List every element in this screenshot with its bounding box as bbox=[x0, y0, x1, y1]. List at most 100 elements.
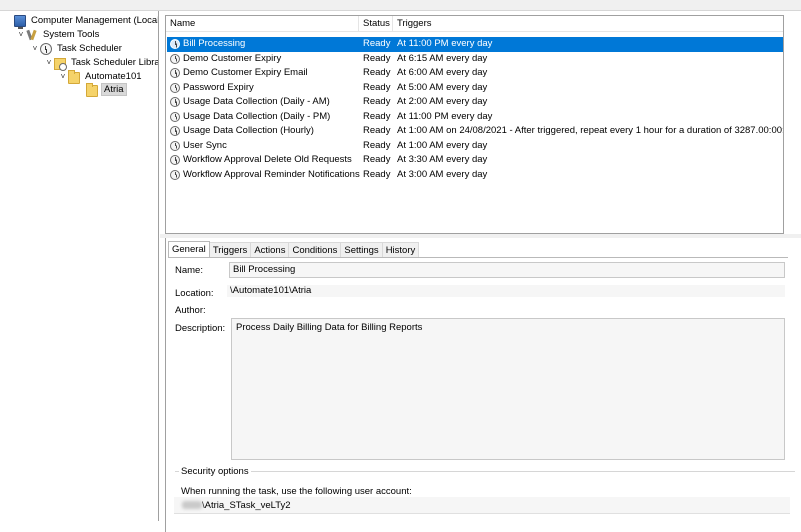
task-status: Ready bbox=[363, 110, 391, 122]
name-field[interactable]: Bill Processing bbox=[229, 262, 785, 278]
task-row[interactable]: Workflow Approval Reminder Notifications… bbox=[167, 168, 783, 183]
tree-item-label: Automate101 bbox=[85, 71, 142, 82]
task-clock-icon bbox=[170, 53, 180, 64]
task-clock-icon bbox=[170, 97, 180, 108]
task-clock-icon bbox=[170, 82, 180, 93]
tree-item-atria[interactable]: Atria bbox=[86, 82, 127, 97]
tree-item-automate101[interactable]: ˅ Automate101 bbox=[58, 69, 144, 84]
author-label: Author: bbox=[175, 305, 206, 316]
task-status: Ready bbox=[363, 96, 391, 107]
security-options-divider bbox=[175, 471, 795, 472]
tab-settings[interactable]: Settings bbox=[340, 242, 383, 257]
security-options-text: When running the task, use the following… bbox=[181, 486, 412, 497]
tab-general[interactable]: General bbox=[168, 241, 210, 257]
folder-icon bbox=[68, 69, 80, 84]
task-name: Demo Customer Expiry bbox=[183, 52, 282, 64]
task-trigger: At 6:15 AM every day bbox=[397, 52, 488, 64]
task-status: Ready bbox=[363, 168, 391, 180]
description-field[interactable]: Process Daily Billing Data for Billing R… bbox=[231, 318, 785, 460]
task-name: Password Expiry bbox=[183, 81, 254, 93]
task-row[interactable]: Demo Customer Expiry Email Ready At 6:00… bbox=[167, 66, 783, 81]
tree-item-label: Task Scheduler Libra bbox=[71, 57, 159, 68]
task-trigger: At 3:30 AM every day bbox=[397, 154, 488, 165]
task-list[interactable]: Name Status Triggers Bill Processing Rea… bbox=[165, 15, 784, 234]
tab-triggers[interactable]: Triggers bbox=[208, 242, 252, 257]
task-trigger: At 2:00 AM every day bbox=[397, 96, 488, 107]
task-clock-icon bbox=[170, 155, 180, 166]
tree-item-task-scheduler[interactable]: ˅ Task Scheduler bbox=[30, 42, 124, 55]
tree-item-task-scheduler-library[interactable]: ˅ Task Scheduler Libra bbox=[44, 56, 159, 71]
tree-item-label: Computer Management (Local bbox=[31, 15, 159, 26]
task-clock-icon bbox=[170, 68, 180, 79]
task-trigger: At 6:00 AM every day bbox=[397, 67, 488, 78]
location-label: Location: bbox=[175, 288, 214, 299]
chevron-down-icon[interactable]: ˅ bbox=[44, 58, 54, 67]
tree-item-computer-management[interactable]: Computer Management (Local bbox=[14, 14, 159, 29]
task-trigger: At 1:00 AM every day bbox=[397, 139, 488, 151]
navigation-tree[interactable]: Computer Management (Local ˅ System Tool… bbox=[10, 11, 159, 521]
tab-conditions[interactable]: Conditions bbox=[288, 242, 342, 257]
task-trigger: At 11:00 PM every day bbox=[397, 38, 493, 49]
task-clock-icon bbox=[170, 169, 180, 180]
user-account-field[interactable]: \Atria_STask_veLTy2 bbox=[174, 497, 790, 514]
column-header-name[interactable]: Name bbox=[166, 16, 359, 32]
task-status: Ready bbox=[363, 81, 391, 93]
task-clock-icon bbox=[170, 126, 180, 137]
task-name: Workflow Approval Reminder Notifications bbox=[183, 168, 360, 180]
tree-item-system-tools[interactable]: ˅ System Tools bbox=[16, 28, 101, 41]
task-status: Ready bbox=[363, 52, 391, 64]
tree-item-label: Task Scheduler bbox=[57, 43, 122, 54]
task-row[interactable]: Usage Data Collection (Daily - AM) Ready… bbox=[167, 95, 783, 110]
column-header-status[interactable]: Status bbox=[359, 16, 393, 32]
chevron-down-icon[interactable]: ˅ bbox=[58, 72, 68, 81]
task-status: Ready bbox=[363, 139, 391, 151]
location-value: \Automate101\Atria bbox=[227, 285, 785, 297]
task-clock-icon bbox=[170, 111, 180, 122]
task-detail-pane: General Triggers Actions Conditions Sett… bbox=[165, 238, 801, 532]
task-row[interactable]: Workflow Approval Delete Old Requests Re… bbox=[167, 153, 783, 168]
task-name: Demo Customer Expiry Email bbox=[183, 67, 308, 78]
task-status: Ready bbox=[363, 38, 391, 49]
redacted-domain bbox=[182, 501, 202, 509]
task-name: Usage Data Collection (Hourly) bbox=[183, 125, 314, 136]
tree-item-label: Atria bbox=[101, 83, 127, 96]
task-status: Ready bbox=[363, 154, 391, 165]
library-icon bbox=[54, 57, 67, 71]
description-label: Description: bbox=[175, 323, 226, 334]
clock-icon bbox=[40, 42, 52, 55]
tab-history[interactable]: History bbox=[381, 242, 420, 257]
computer-icon bbox=[14, 14, 26, 29]
chevron-down-icon[interactable]: ˅ bbox=[30, 44, 40, 53]
task-trigger: At 11:00 PM every day bbox=[397, 110, 493, 122]
column-header-triggers[interactable]: Triggers bbox=[393, 16, 783, 32]
list-header: Name Status Triggers bbox=[166, 16, 783, 32]
top-strip bbox=[0, 0, 801, 11]
task-row[interactable]: Password Expiry Ready At 5:00 AM every d… bbox=[167, 81, 783, 96]
task-trigger: At 1:00 AM on 24/08/2021 - After trigger… bbox=[397, 125, 784, 136]
task-trigger: At 5:00 AM every day bbox=[397, 81, 488, 93]
task-name: Workflow Approval Delete Old Requests bbox=[183, 154, 352, 165]
tools-icon bbox=[26, 29, 38, 41]
task-clock-icon bbox=[170, 39, 180, 50]
task-row[interactable]: Bill Processing Ready At 11:00 PM every … bbox=[167, 37, 783, 52]
task-row[interactable]: Usage Data Collection (Daily - PM) Ready… bbox=[167, 110, 783, 125]
name-label: Name: bbox=[175, 265, 203, 276]
security-options-title: Security options bbox=[179, 466, 251, 477]
task-row[interactable]: User Sync Ready At 1:00 AM every day bbox=[167, 139, 783, 154]
task-clock-icon bbox=[170, 140, 180, 151]
task-name: Usage Data Collection (Daily - AM) bbox=[183, 96, 330, 107]
task-name: Bill Processing bbox=[183, 38, 246, 49]
detail-tabs: General Triggers Actions Conditions Sett… bbox=[168, 241, 420, 257]
author-value bbox=[227, 303, 785, 315]
task-trigger: At 3:00 AM every day bbox=[397, 168, 488, 180]
task-row[interactable]: Usage Data Collection (Hourly) Ready At … bbox=[167, 124, 783, 139]
tree-item-label: System Tools bbox=[43, 29, 100, 40]
tab-actions[interactable]: Actions bbox=[250, 242, 290, 257]
chevron-down-icon[interactable]: ˅ bbox=[16, 30, 26, 39]
task-row[interactable]: Demo Customer Expiry Ready At 6:15 AM ev… bbox=[167, 52, 783, 67]
task-status: Ready bbox=[363, 67, 391, 78]
tab-underline bbox=[168, 257, 788, 258]
folder-icon bbox=[86, 82, 98, 97]
task-name: Usage Data Collection (Daily - PM) bbox=[183, 110, 331, 122]
task-status: Ready bbox=[363, 125, 391, 136]
